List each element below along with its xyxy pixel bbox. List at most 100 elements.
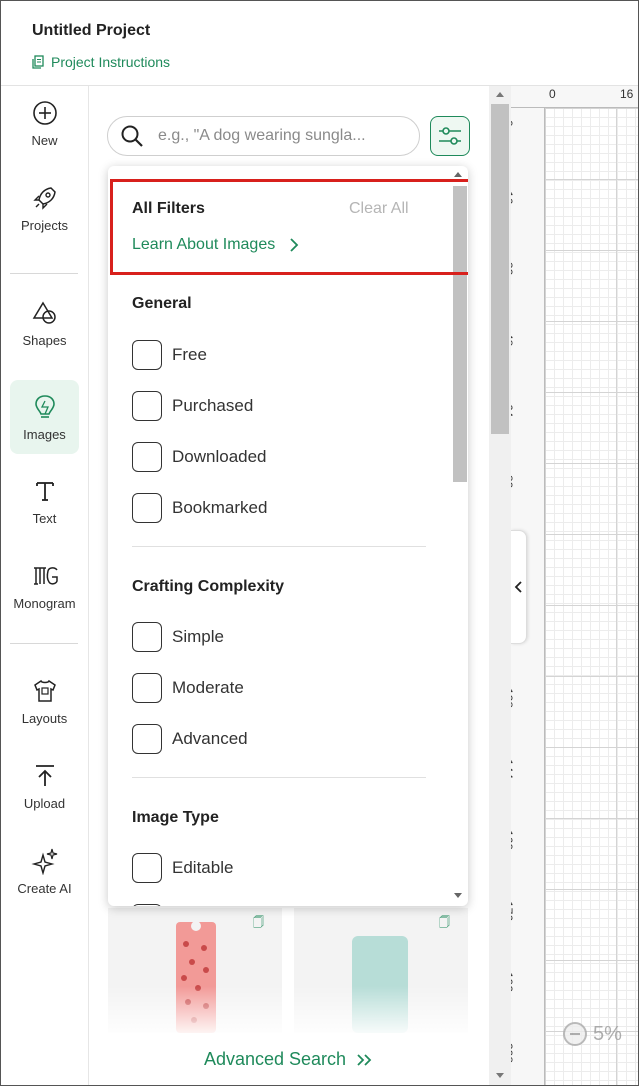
horizontal-ruler: 0 16 bbox=[511, 86, 639, 108]
filter-toggle-button[interactable] bbox=[430, 116, 470, 156]
all-filters-heading: All Filters bbox=[132, 200, 205, 217]
ruler-label: 144 bbox=[511, 759, 515, 780]
sidebar-item-label: Text bbox=[32, 510, 57, 526]
sidebar-item-new[interactable]: New bbox=[10, 86, 79, 160]
sidebar-item-text[interactable]: Text bbox=[10, 464, 79, 538]
results-fade bbox=[89, 986, 489, 1036]
scroll-thumb[interactable] bbox=[453, 186, 467, 482]
sidebar-item-label: Projects bbox=[21, 217, 68, 233]
filter-option-partial[interactable] bbox=[132, 904, 162, 906]
checkbox-label: Purchased bbox=[172, 396, 254, 415]
sidebar-item-label: Layouts bbox=[21, 710, 68, 726]
filter-option-free[interactable]: Free bbox=[132, 340, 207, 370]
shapes-icon bbox=[32, 301, 56, 324]
sidebar-item-layouts[interactable]: Layouts bbox=[10, 664, 79, 738]
ruler-label: 0 bbox=[549, 87, 556, 101]
scroll-up-arrow-icon[interactable] bbox=[496, 92, 504, 97]
checkbox[interactable] bbox=[132, 391, 162, 421]
sidebar-item-images[interactable]: Images bbox=[10, 380, 79, 454]
tshirt-icon bbox=[33, 679, 56, 702]
filter-option-bookmarked[interactable]: Bookmarked bbox=[132, 493, 267, 523]
ruler-label: 80 bbox=[511, 475, 515, 489]
checkbox[interactable] bbox=[132, 724, 162, 754]
dropdown-scrollbar[interactable] bbox=[450, 166, 467, 906]
project-instructions-label: Project Instructions bbox=[51, 54, 171, 70]
sidebar-item-label: New bbox=[31, 132, 58, 148]
sidebar-item-monogram[interactable]: Monogram bbox=[10, 549, 79, 623]
highlight-box bbox=[110, 179, 468, 275]
text-icon bbox=[35, 481, 54, 501]
filter-option-advanced[interactable]: Advanced bbox=[132, 724, 248, 754]
collapse-panel-button[interactable] bbox=[511, 530, 527, 644]
search-box[interactable] bbox=[107, 116, 420, 156]
sidebar-item-projects[interactable]: Projects bbox=[10, 171, 79, 245]
search-input[interactable] bbox=[158, 127, 398, 145]
sliders-icon bbox=[439, 127, 461, 145]
editable-badge-icon: 🗍 bbox=[253, 917, 264, 929]
learn-about-images-label: Learn About Images bbox=[132, 236, 276, 253]
checkbox-label: Editable bbox=[172, 858, 234, 877]
checkbox[interactable] bbox=[132, 340, 162, 370]
advanced-search-label: Advanced Search bbox=[203, 1049, 347, 1069]
checkbox-label: Free bbox=[172, 345, 207, 364]
chevron-left-icon bbox=[514, 581, 522, 593]
scroll-up-arrow-icon[interactable] bbox=[454, 172, 462, 177]
monogram-icon bbox=[33, 566, 58, 585]
checkbox[interactable] bbox=[132, 442, 162, 472]
project-instructions-link[interactable]: Project Instructions bbox=[32, 54, 170, 70]
checkbox[interactable] bbox=[132, 493, 162, 523]
ruler-label: 208 bbox=[511, 1043, 515, 1064]
advanced-search-link[interactable]: Advanced Search bbox=[89, 1033, 489, 1086]
chevron-right-icon bbox=[290, 238, 299, 252]
ruler-label: 16 bbox=[511, 191, 515, 205]
ruler-label: 64 bbox=[511, 404, 515, 418]
clear-all-button[interactable]: Clear All bbox=[349, 200, 409, 218]
checkbox[interactable] bbox=[132, 673, 162, 703]
project-title[interactable]: Untitled Project bbox=[32, 22, 150, 40]
zoom-control[interactable]: 5% bbox=[563, 1022, 622, 1046]
checkbox-label: Moderate bbox=[172, 678, 244, 697]
ruler-label: 16 bbox=[620, 87, 634, 101]
upload-icon bbox=[35, 764, 54, 786]
sidebar-item-shapes[interactable]: Shapes bbox=[10, 286, 79, 360]
zoom-out-icon[interactable] bbox=[563, 1022, 587, 1046]
sidebar-item-create-ai[interactable]: Create AI bbox=[10, 834, 79, 908]
checkbox[interactable] bbox=[132, 853, 162, 883]
rocket-icon bbox=[32, 186, 56, 210]
scroll-down-arrow-icon[interactable] bbox=[454, 893, 462, 898]
document-icon bbox=[32, 55, 44, 69]
zoom-level: 5% bbox=[593, 1022, 622, 1045]
lightbulb-icon bbox=[34, 394, 55, 418]
plus-circle-icon bbox=[32, 100, 57, 125]
filter-option-purchased[interactable]: Purchased bbox=[132, 391, 253, 421]
section-divider bbox=[132, 777, 426, 778]
images-panel: 🗍 🗍 All Filters Clear All Learn About Im… bbox=[89, 86, 489, 1086]
sidebar-item-upload[interactable]: Upload bbox=[10, 749, 79, 823]
search-icon bbox=[121, 125, 143, 147]
filter-option-moderate[interactable]: Moderate bbox=[132, 673, 244, 703]
filter-option-editable[interactable]: Editable bbox=[132, 853, 233, 883]
sidebar-item-label: Upload bbox=[23, 795, 66, 811]
checkbox-label: Bookmarked bbox=[172, 498, 268, 517]
section-title-image-type: Image Type bbox=[132, 809, 219, 826]
left-sidebar: New Projects Shapes Images Text Monogram… bbox=[0, 86, 89, 1086]
ruler-label: 176 bbox=[511, 901, 515, 922]
panel-scrollbar[interactable] bbox=[489, 86, 511, 1086]
checkbox-label: Simple bbox=[172, 627, 224, 646]
project-header: Untitled Project Project Instructions bbox=[0, 0, 639, 86]
filter-option-simple[interactable]: Simple bbox=[132, 622, 224, 652]
checkbox-label: Downloaded bbox=[172, 447, 267, 466]
scroll-thumb[interactable] bbox=[491, 104, 509, 434]
checkbox[interactable] bbox=[132, 622, 162, 652]
scroll-down-arrow-icon[interactable] bbox=[496, 1073, 504, 1078]
editable-badge-icon: 🗍 bbox=[439, 917, 450, 929]
design-canvas[interactable]: 0 16 32 48 64 80 96 112 128 144 160 176 … bbox=[511, 86, 639, 1086]
section-title-general: General bbox=[132, 295, 192, 312]
ruler-label: 0 bbox=[511, 120, 515, 127]
sidebar-item-label: Create AI bbox=[17, 880, 72, 896]
learn-about-images-link[interactable]: Learn About Images bbox=[132, 236, 299, 254]
ruler-label: 48 bbox=[511, 333, 515, 347]
filter-option-downloaded[interactable]: Downloaded bbox=[132, 442, 267, 472]
ruler-label: 160 bbox=[511, 830, 515, 851]
checkbox[interactable] bbox=[132, 904, 162, 906]
